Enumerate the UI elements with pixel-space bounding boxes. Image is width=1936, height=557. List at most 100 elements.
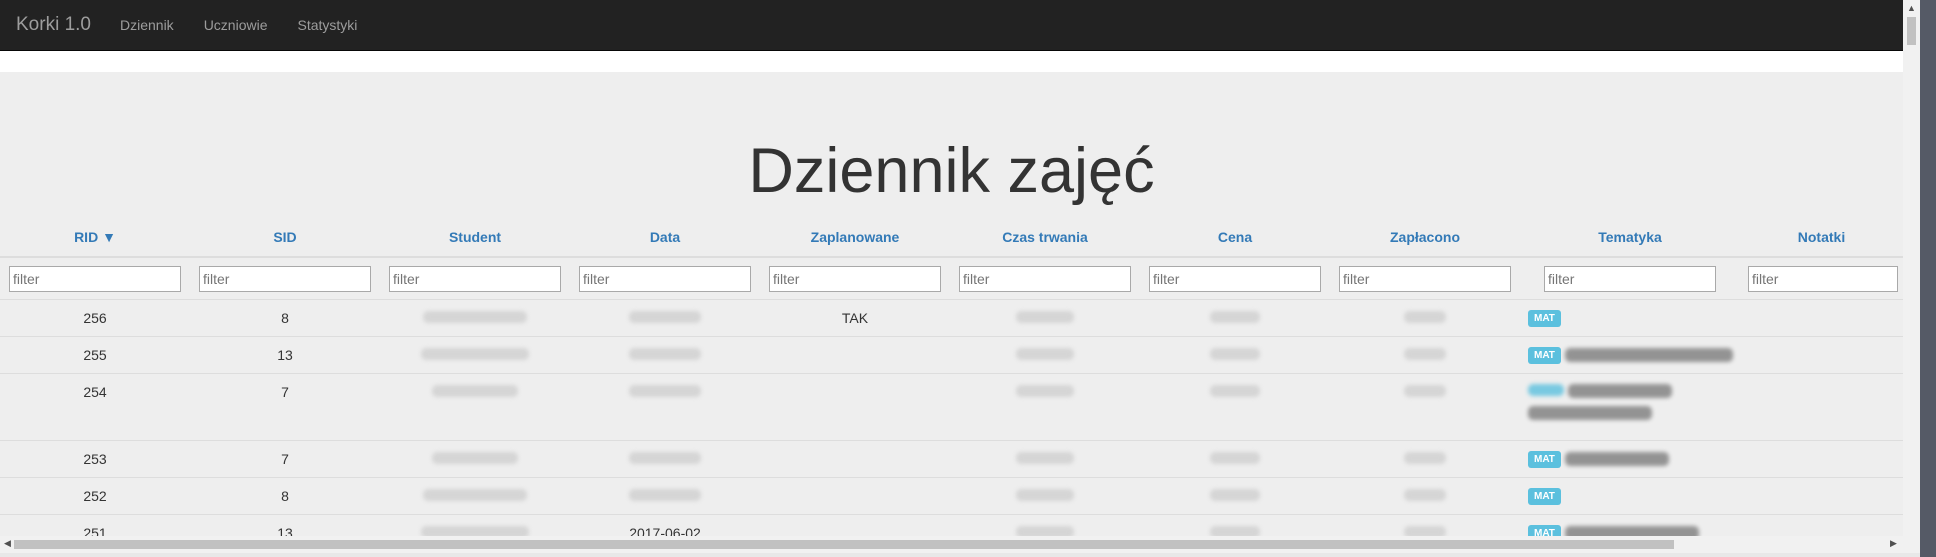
cell-zaplacono-redacted (1330, 373, 1520, 441)
cell-rid: 252 (0, 477, 190, 515)
nav-link-uczniowie[interactable]: Uczniowie (189, 17, 283, 33)
cell-data-redacted (570, 373, 760, 441)
column-header-sid[interactable]: SID (190, 218, 380, 258)
cell-zaplanowane: TAK (760, 299, 950, 337)
cell-rid: 251 (0, 514, 190, 536)
subject-badge: MAT (1528, 346, 1561, 364)
cell-sid: 13 (190, 336, 380, 374)
filter-input-cena[interactable] (1149, 265, 1321, 292)
filter-input-zaplacono[interactable] (1339, 265, 1511, 292)
table-row[interactable]: 256 8 TAK MAT (0, 299, 1903, 337)
cell-sid: 8 (190, 477, 380, 515)
table-row[interactable]: 253 7 MAT (0, 440, 1903, 478)
filter-input-notatki[interactable] (1748, 265, 1898, 292)
cell-data: 2017-06-02 (570, 514, 760, 536)
cell-sid: 13 (190, 514, 380, 536)
cell-notatki (1740, 514, 1903, 536)
table-row[interactable]: 252 8 MAT (0, 477, 1903, 515)
cell-notatki (1740, 299, 1903, 337)
column-header-czas-trwania[interactable]: Czas trwania (950, 218, 1140, 258)
column-header-notatki[interactable]: Notatki (1740, 218, 1903, 258)
column-header-tematyka[interactable]: Tematyka (1520, 218, 1740, 258)
cell-notatki (1740, 336, 1903, 374)
filter-input-student[interactable] (389, 265, 561, 292)
cell-tematyka (1520, 373, 1740, 441)
cell-student-redacted (380, 336, 570, 374)
cell-rid: 256 (0, 299, 190, 337)
header-spacer (0, 51, 1903, 72)
cell-czas-redacted (950, 514, 1140, 536)
window-bottom-edge (0, 553, 1920, 557)
desktop-background-edge (1920, 0, 1936, 557)
column-header-rid[interactable]: RID ▼ (0, 218, 190, 258)
filter-input-sid[interactable] (199, 265, 371, 292)
filter-row (0, 257, 1903, 300)
subject-badge: MAT (1528, 309, 1561, 327)
jumbotron: Dziennik zajęć (0, 72, 1903, 218)
cell-zaplacono-redacted (1330, 336, 1520, 374)
cell-czas-redacted (950, 373, 1140, 441)
cell-czas-redacted (950, 299, 1140, 337)
cell-student-redacted (380, 477, 570, 515)
cell-zaplanowane (760, 514, 950, 536)
vertical-scrollbar[interactable]: ▲ (1903, 0, 1920, 557)
cell-czas-redacted (950, 440, 1140, 478)
cell-cena-redacted (1140, 336, 1330, 374)
column-header-data[interactable]: Data (570, 218, 760, 258)
page-title: Dziennik zajęć (748, 136, 1155, 206)
vertical-scroll-thumb[interactable] (1907, 17, 1916, 45)
horizontal-scrollbar[interactable]: ◀ ▶ (0, 536, 1903, 553)
cell-notatki (1740, 373, 1903, 441)
lessons-table: RID ▼ SID Student Data Zaplanowane Czas … (0, 218, 1903, 536)
filter-input-rid[interactable] (9, 265, 181, 292)
column-header-student[interactable]: Student (380, 218, 570, 258)
header-row: RID ▼ SID Student Data Zaplanowane Czas … (0, 218, 1903, 258)
nav-link-dziennik[interactable]: Dziennik (105, 17, 189, 33)
cell-tematyka: MAT (1520, 477, 1740, 515)
cell-zaplanowane (760, 336, 950, 374)
filter-input-tematyka[interactable] (1544, 265, 1716, 292)
cell-tematyka: MAT (1520, 299, 1740, 337)
column-header-zaplacono[interactable]: Zapłacono (1330, 218, 1520, 258)
cell-student-redacted (380, 514, 570, 536)
cell-notatki (1740, 477, 1903, 515)
cell-notatki (1740, 440, 1903, 478)
cell-sid: 7 (190, 440, 380, 478)
scroll-up-icon[interactable]: ▲ (1907, 3, 1916, 13)
filter-input-czas-trwania[interactable] (959, 265, 1131, 292)
cell-data-redacted (570, 477, 760, 515)
cell-rid: 255 (0, 336, 190, 374)
cell-tematyka: MAT (1520, 514, 1740, 536)
cell-zaplacono-redacted (1330, 514, 1520, 536)
subject-badge: MAT (1528, 450, 1561, 468)
column-header-cena[interactable]: Cena (1140, 218, 1330, 258)
cell-zaplanowane (760, 440, 950, 478)
cell-data-redacted (570, 299, 760, 337)
filter-input-zaplanowane[interactable] (769, 265, 941, 292)
scroll-left-icon[interactable]: ◀ (4, 538, 11, 549)
cell-zaplacono-redacted (1330, 299, 1520, 337)
cell-zaplacono-redacted (1330, 440, 1520, 478)
cell-tematyka: MAT (1520, 336, 1740, 374)
cell-czas-redacted (950, 477, 1140, 515)
cell-cena-redacted (1140, 440, 1330, 478)
subject-badge: MAT (1528, 487, 1561, 505)
cell-czas-redacted (950, 336, 1140, 374)
top-navbar: Korki 1.0 Dziennik Uczniowie Statystyki (0, 0, 1903, 51)
table-row[interactable]: 254 7 (0, 373, 1903, 441)
cell-data-redacted (570, 440, 760, 478)
cell-sid: 7 (190, 373, 380, 441)
lessons-table-container: RID ▼ SID Student Data Zaplanowane Czas … (0, 218, 1903, 536)
horizontal-scroll-thumb[interactable] (14, 540, 1674, 549)
table-row[interactable]: 255 13 MAT (0, 336, 1903, 374)
filter-input-data[interactable] (579, 265, 751, 292)
nav-link-statystyki[interactable]: Statystyki (283, 17, 373, 33)
cell-rid: 253 (0, 440, 190, 478)
cell-data-redacted (570, 336, 760, 374)
table-row[interactable]: 251 13 2017-06-02 MAT (0, 514, 1903, 536)
scroll-right-icon[interactable]: ▶ (1890, 538, 1897, 549)
cell-zaplanowane (760, 477, 950, 515)
cell-tematyka: MAT (1520, 440, 1740, 478)
brand-link[interactable]: Korki 1.0 (16, 14, 91, 36)
column-header-zaplanowane[interactable]: Zaplanowane (760, 218, 950, 258)
